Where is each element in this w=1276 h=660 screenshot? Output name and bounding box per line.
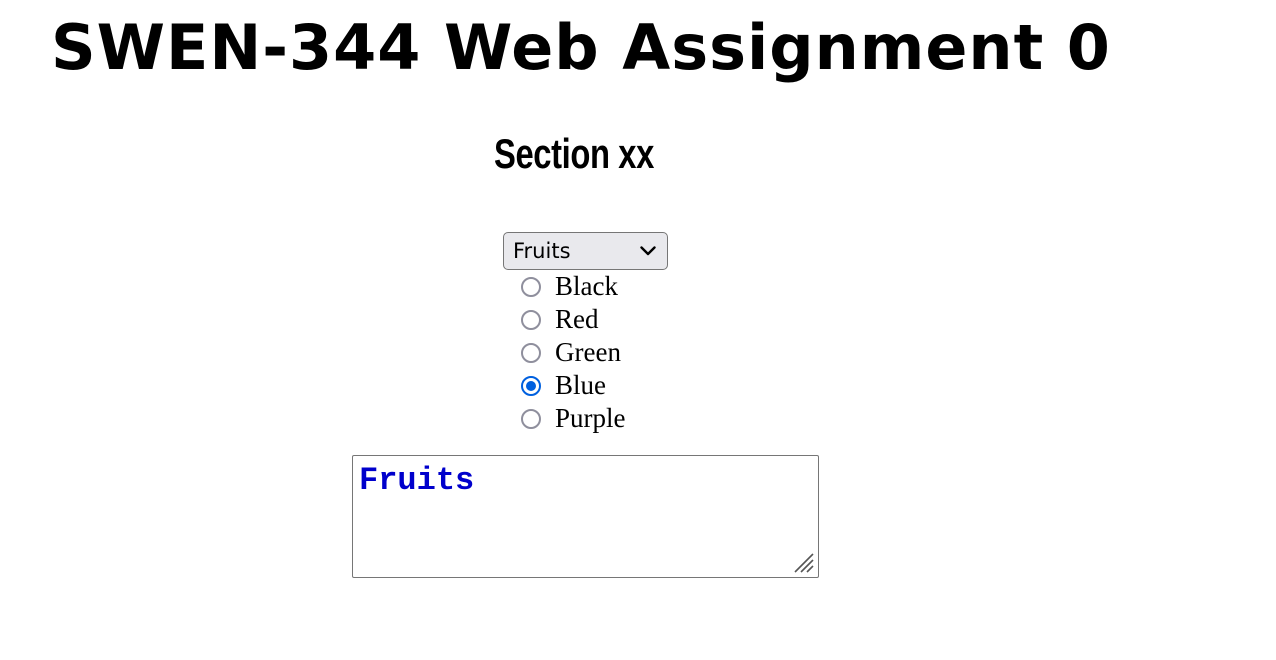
- page-title: SWEN-344 Web Assignment 0: [51, 11, 1111, 84]
- output-text: Fruits: [359, 462, 475, 499]
- radio-option-blue[interactable]: Blue: [519, 369, 626, 402]
- radio-label: Blue: [555, 370, 606, 400]
- radio-option-black[interactable]: Black: [519, 270, 626, 303]
- radio-label: Green: [555, 337, 621, 367]
- category-select-value: Fruits: [513, 239, 571, 263]
- chevron-down-icon: [638, 241, 658, 261]
- radio-label: Black: [555, 271, 618, 301]
- radio-option-green[interactable]: Green: [519, 336, 626, 369]
- radio-button[interactable]: [521, 375, 541, 396]
- radio-label: Purple: [555, 403, 626, 433]
- radio-option-purple[interactable]: Purple: [519, 402, 626, 435]
- category-select[interactable]: Fruits: [503, 232, 668, 270]
- radio-label: Red: [555, 304, 599, 334]
- color-radio-group: Black Red Green Blue Purple: [519, 270, 626, 435]
- radio-button[interactable]: [521, 309, 541, 330]
- resize-grip-icon[interactable]: [791, 550, 815, 574]
- radio-button[interactable]: [521, 408, 541, 429]
- radio-option-red[interactable]: Red: [519, 303, 626, 336]
- section-title: Section xx: [494, 130, 654, 177]
- output-textarea[interactable]: Fruits: [352, 455, 819, 578]
- radio-button[interactable]: [521, 276, 541, 297]
- radio-button[interactable]: [521, 342, 541, 363]
